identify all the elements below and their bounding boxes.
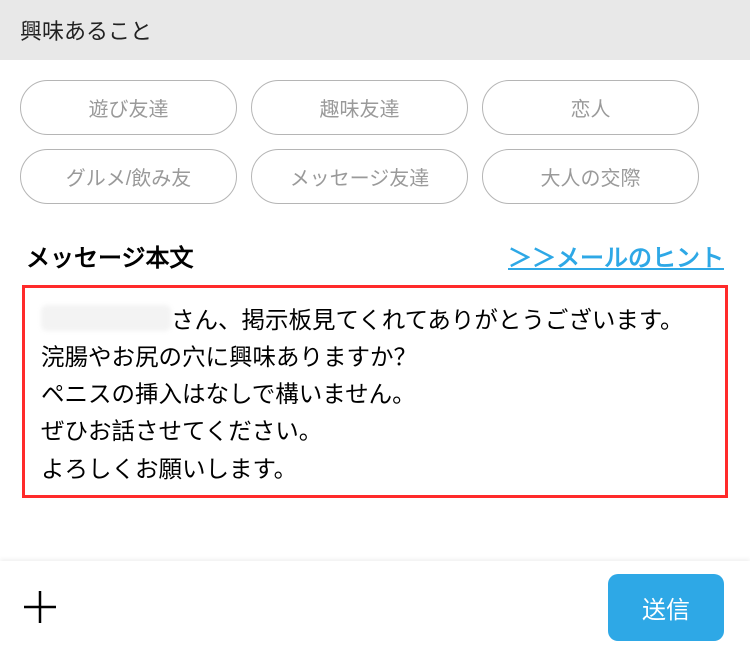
mail-hint-link[interactable]: ＞＞メールのヒント — [508, 238, 724, 273]
bottom-bar: 送信 — [0, 561, 750, 653]
message-line-4: ぜひお話させてください。 — [41, 418, 322, 444]
interests-header: 興味あること — [0, 0, 750, 60]
chip-lover[interactable]: 恋人 — [482, 80, 699, 135]
add-attachment-button[interactable] — [18, 585, 62, 629]
chip-message-friends[interactable]: メッセージ友達 — [251, 149, 468, 204]
message-body-field[interactable]: さん、掲示板見てくれてありがとうございます。浣腸やお尻の穴に興味ありますか？ ペニ… — [22, 285, 728, 498]
message-line-5: よろしくお願いします。 — [41, 456, 297, 482]
message-line-3: ペニスの挿入はなしで構いません。 — [41, 381, 416, 407]
plus-icon — [21, 588, 59, 626]
message-header-row: メッセージ本文 ＞＞メールのヒント — [0, 234, 750, 285]
message-title: メッセージ本文 — [26, 238, 194, 273]
message-body-text: さん、掲示板見てくれてありがとうございます。浣腸やお尻の穴に興味ありますか？ ペニ… — [25, 288, 725, 488]
message-line-1: さん、掲示板見てくれてありがとうございます。 — [171, 307, 684, 333]
redacted-name — [41, 305, 171, 331]
chip-adult-relationship[interactable]: 大人の交際 — [482, 149, 699, 204]
send-button[interactable]: 送信 — [608, 574, 724, 641]
message-line-2: 浣腸やお尻の穴に興味ありますか？ — [41, 344, 417, 370]
chip-gourmet-friends[interactable]: グルメ/飲み友 — [20, 149, 237, 204]
interests-chips: 遊び友達 趣味友達 恋人 グルメ/飲み友 メッセージ友達 大人の交際 — [0, 60, 750, 234]
chip-play-friends[interactable]: 遊び友達 — [20, 80, 237, 135]
chip-hobby-friends[interactable]: 趣味友達 — [251, 80, 468, 135]
